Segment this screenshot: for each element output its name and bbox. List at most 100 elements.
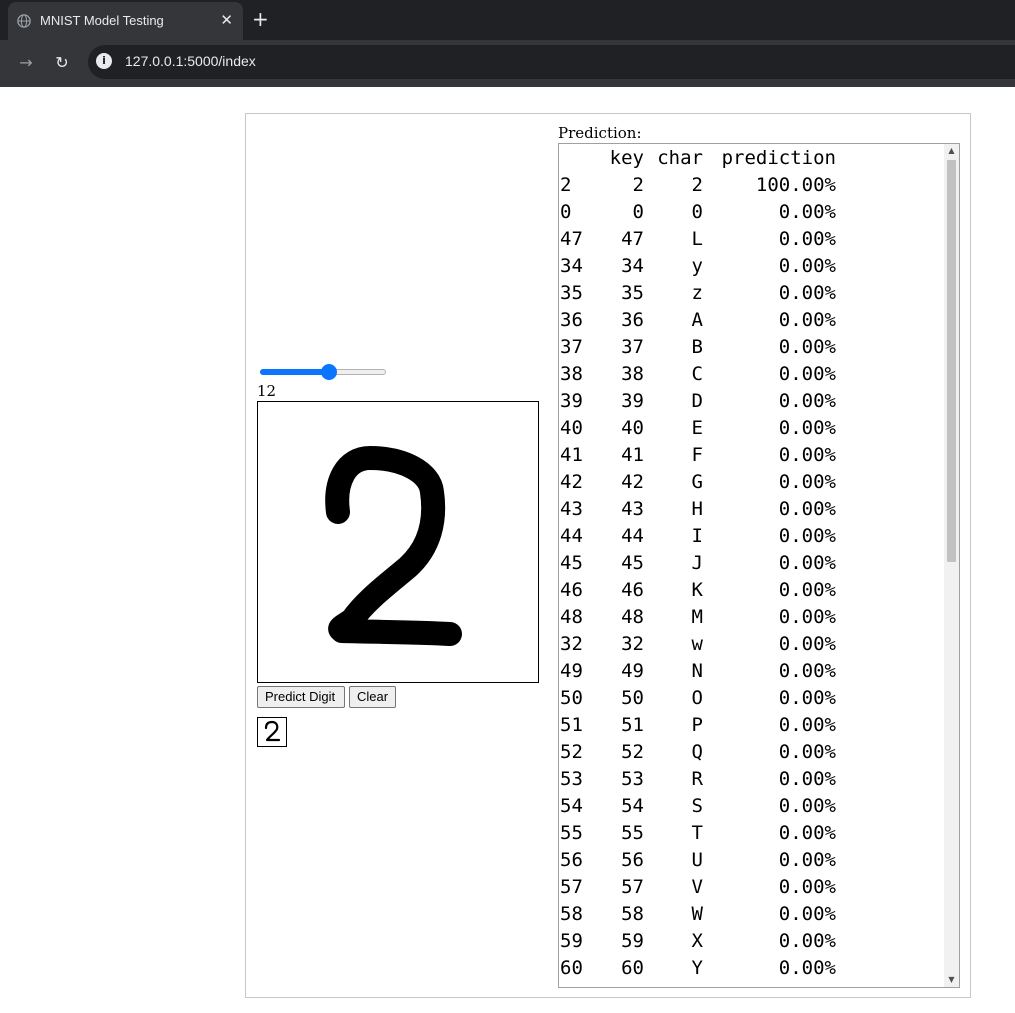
- row-prediction: 0.00%: [778, 200, 836, 223]
- preview-digit: [264, 720, 281, 742]
- row-index: 34: [560, 254, 583, 277]
- tab-title: MNIST Model Testing: [40, 13, 164, 28]
- row-char: U: [691, 848, 703, 871]
- row-prediction: 0.00%: [778, 335, 836, 358]
- column-header-index: [560, 144, 607, 171]
- drawn-digit: [325, 446, 462, 646]
- row-char: E: [691, 416, 703, 439]
- row-index: 50: [560, 686, 583, 709]
- slider-thumb[interactable]: [320, 364, 337, 380]
- table-row: 57 57 V 0.00%: [560, 873, 836, 900]
- brush-size-slider[interactable]: [258, 363, 388, 380]
- table-row: 40 40 E 0.00%: [560, 414, 836, 441]
- row-index: 58: [560, 902, 583, 925]
- table-row: 41 41 F 0.00%: [560, 441, 836, 468]
- row-char: y: [691, 254, 703, 277]
- table-row: 49 49 N 0.00%: [560, 657, 836, 684]
- row-index: 51: [560, 713, 583, 736]
- row-key: 56: [621, 848, 644, 871]
- row-prediction: 0.00%: [778, 794, 836, 817]
- row-key: 46: [621, 578, 644, 601]
- row-index: 32: [560, 632, 583, 655]
- row-char: G: [691, 470, 703, 493]
- table-row: 0 0 0 0.00%: [560, 198, 836, 225]
- table-header-row: key char prediction: [560, 144, 836, 171]
- row-prediction: 0.00%: [778, 524, 836, 547]
- table-row: 60 60 Y 0.00%: [560, 954, 836, 981]
- table-row: 50 50 O 0.00%: [560, 684, 836, 711]
- row-prediction: 0.00%: [778, 767, 836, 790]
- address-bar[interactable]: i 127.0.0.1:5000/index: [88, 45, 1015, 79]
- row-index: 56: [560, 848, 583, 871]
- table-row: 59 59 X 0.00%: [560, 927, 836, 954]
- row-key: 55: [621, 821, 644, 844]
- scroll-down-icon[interactable]: ▼: [944, 973, 959, 987]
- row-key: 39: [621, 389, 644, 412]
- globe-icon: [17, 14, 31, 28]
- row-prediction: 0.00%: [778, 227, 836, 250]
- row-char: V: [691, 875, 703, 898]
- table-row: 56 56 U 0.00%: [560, 846, 836, 873]
- row-prediction: 100.00%: [755, 173, 836, 196]
- row-key: 45: [621, 551, 644, 574]
- reload-icon[interactable]: ↻: [50, 52, 74, 74]
- predict-digit-button[interactable]: Predict Digit: [257, 686, 345, 708]
- vertical-scrollbar[interactable]: ▲ ▼: [944, 144, 959, 987]
- clear-button[interactable]: Clear: [349, 686, 396, 708]
- row-char: B: [691, 335, 703, 358]
- browser-tab[interactable]: MNIST Model Testing ✕: [8, 2, 243, 40]
- row-key: 53: [621, 767, 644, 790]
- app-container: 12 Predict Digit Clear Prediction: key c…: [245, 113, 971, 998]
- row-char: D: [691, 389, 703, 412]
- row-prediction: 0.00%: [778, 659, 836, 682]
- prediction-table: key char prediction 2 2 2 100.00% 0 0 0 0.00% 47…: [560, 144, 836, 981]
- scroll-up-icon[interactable]: ▲: [944, 144, 959, 158]
- row-prediction: 0.00%: [778, 551, 836, 574]
- row-prediction: 0.00%: [778, 848, 836, 871]
- row-index: 41: [560, 443, 583, 466]
- row-index: 38: [560, 362, 583, 385]
- row-char: L: [691, 227, 703, 250]
- row-index: 39: [560, 389, 583, 412]
- row-key: 36: [621, 308, 644, 331]
- table-row: 35 35 z 0.00%: [560, 279, 836, 306]
- row-char: W: [691, 902, 703, 925]
- row-key: 43: [621, 497, 644, 520]
- column-header-prediction: prediction: [721, 146, 836, 169]
- browser-tab-strip: MNIST Model Testing ✕ +: [0, 0, 1015, 40]
- row-key: 49: [621, 659, 644, 682]
- site-info-icon[interactable]: i: [96, 53, 112, 69]
- table-row: 51 51 P 0.00%: [560, 711, 836, 738]
- row-prediction: 0.00%: [778, 470, 836, 493]
- table-row: 45 45 J 0.00%: [560, 549, 836, 576]
- scrollbar-handle[interactable]: [947, 160, 956, 562]
- table-row: 43 43 H 0.00%: [560, 495, 836, 522]
- row-index: 40: [560, 416, 583, 439]
- url-text[interactable]: 127.0.0.1:5000/index: [125, 53, 256, 69]
- row-key: 54: [621, 794, 644, 817]
- row-char: N: [691, 659, 703, 682]
- row-prediction: 0.00%: [778, 821, 836, 844]
- row-index: 59: [560, 929, 583, 952]
- forward-arrow-icon[interactable]: →: [14, 52, 38, 74]
- row-index: 2: [560, 173, 572, 196]
- row-prediction: 0.00%: [778, 713, 836, 736]
- row-char: z: [691, 281, 703, 304]
- column-header-char: char: [657, 146, 703, 169]
- drawing-canvas[interactable]: [257, 401, 539, 683]
- row-index: 46: [560, 578, 583, 601]
- prediction-output: key char prediction 2 2 2 100.00% 0 0 0 0.00% 47…: [558, 143, 960, 988]
- row-prediction: 0.00%: [778, 902, 836, 925]
- table-row: 53 53 R 0.00%: [560, 765, 836, 792]
- row-key: 57: [621, 875, 644, 898]
- table-row: 2 2 2 100.00%: [560, 171, 836, 198]
- close-tab-icon[interactable]: ✕: [220, 10, 233, 30]
- row-index: 60: [560, 956, 583, 979]
- row-char: O: [691, 686, 703, 709]
- row-char: R: [691, 767, 703, 790]
- row-char: X: [691, 929, 703, 952]
- table-row: 42 42 G 0.00%: [560, 468, 836, 495]
- row-prediction: 0.00%: [778, 254, 836, 277]
- new-tab-button[interactable]: +: [252, 8, 269, 30]
- row-key: 32: [621, 632, 644, 655]
